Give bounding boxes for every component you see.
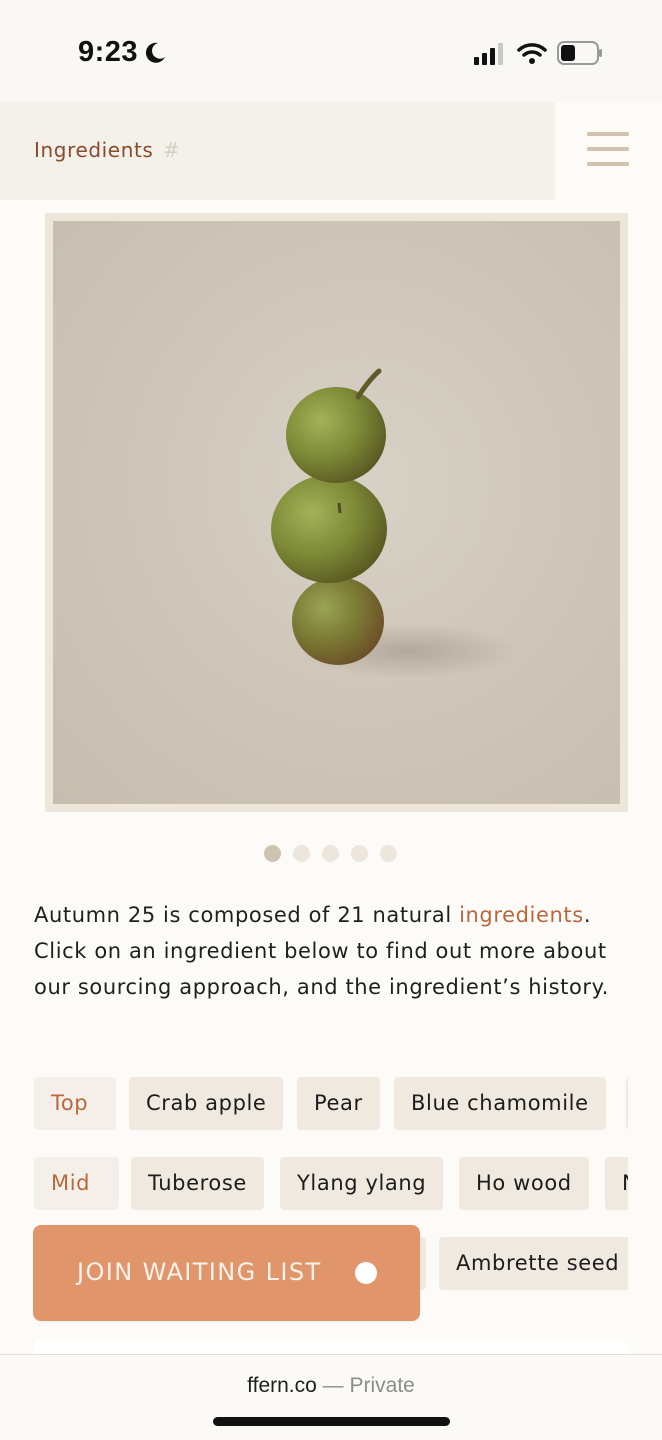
browser-url[interactable]: ffern.co — Private — [0, 1374, 662, 1398]
content-card-peek — [34, 1340, 628, 1354]
ingredients-link[interactable]: ingredients — [459, 903, 584, 927]
page-title: Ingredients — [34, 138, 154, 162]
battery-icon — [557, 41, 602, 65]
ingredient-chip-tuberose[interactable]: Tuberose — [131, 1157, 264, 1210]
url-separator: — — [316, 1374, 350, 1397]
ingredient-chip-partial[interactable]: N — [605, 1157, 628, 1210]
ingredients-description: Autumn 25 is composed of 21 natural ingr… — [34, 897, 634, 1005]
carousel-dot-3[interactable] — [322, 845, 339, 862]
status-bar: 9:23 — [0, 0, 662, 102]
carousel-dot-2[interactable] — [293, 845, 310, 862]
ingredient-chip-ylang-ylang[interactable]: Ylang ylang — [280, 1157, 444, 1210]
hamburger-menu-icon — [587, 132, 629, 136]
carousel-dot-4[interactable] — [351, 845, 368, 862]
description-text: Autumn 25 is composed of 21 natural — [34, 903, 460, 927]
ingredient-chip-ambrette-seed[interactable]: Ambrette seed — [439, 1237, 628, 1290]
hamburger-menu-icon-line — [587, 147, 629, 151]
wifi-icon — [517, 43, 547, 64]
ingredient-chip-crab-apple[interactable]: Crab apple — [129, 1077, 284, 1130]
mid-notes-label: Mid — [34, 1157, 119, 1210]
join-waiting-list-button[interactable]: JOIN WAITING LIST — [33, 1225, 420, 1321]
hamburger-menu-icon-line — [587, 162, 629, 166]
anchor-hash[interactable]: # — [163, 138, 180, 162]
carousel-dot-5[interactable] — [380, 845, 397, 862]
home-indicator[interactable] — [213, 1417, 450, 1426]
signal-icon — [474, 43, 503, 65]
status-time: 9:23 — [78, 36, 139, 68]
ingredient-chip-blue-chamomile[interactable]: Blue chamomile — [394, 1077, 606, 1130]
carousel-dots — [264, 845, 400, 863]
carousel-dot-1[interactable] — [264, 845, 281, 862]
ingredient-chip-ho-wood[interactable]: Ho wood — [459, 1157, 589, 1210]
mid-notes-row: Mid Tuberose Ylang ylang Ho wood N — [34, 1157, 628, 1211]
moon-icon — [145, 42, 165, 63]
status-dot-icon — [355, 1262, 377, 1284]
private-mode-label: Private — [349, 1374, 415, 1397]
stacked-apples-illustration — [271, 368, 518, 679]
hamburger-menu-button[interactable] — [587, 132, 629, 168]
hero-image[interactable] — [53, 221, 620, 804]
ingredient-chip-pear[interactable]: Pear — [297, 1077, 380, 1130]
url-domain: ffern.co — [247, 1374, 317, 1397]
join-waiting-list-label: JOIN WAITING LIST — [77, 1258, 322, 1286]
ingredient-chip-next[interactable] — [626, 1077, 628, 1130]
top-notes-label: Top — [34, 1077, 116, 1130]
top-notes-row: Top Crab apple Pear Blue chamomile — [34, 1077, 628, 1131]
